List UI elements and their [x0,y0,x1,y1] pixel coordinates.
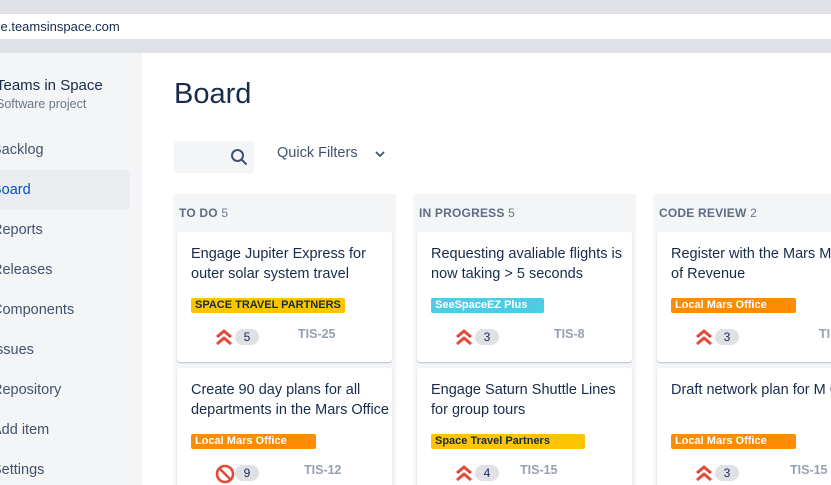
highest-priority-icon [456,329,472,346]
epic-label: Local Mars Office [191,434,316,449]
issue-title: Engage Jupiter Express for outer solar s… [191,246,366,282]
issue-title: Register with the Mars Ministry of Reven… [671,246,831,282]
highest-priority-icon [456,465,472,482]
sidebar-item-reports[interactable]: Reports [0,210,130,250]
story-points-badge: 3 [715,329,739,345]
story-points-badge: 5 [235,329,259,345]
issue-card[interactable]: Create 90 day plans for all departments … [177,368,392,485]
issue-key[interactable]: TIS-25 [298,327,336,341]
column-header: TO DO 5 [179,206,228,220]
board-column: IN PROGRESS 5 Requesting avaliable flight… [413,194,636,485]
issue-title: Draft network plan for M Office [671,382,831,398]
sidebar: Teams in Space Software project Backlog … [0,53,142,485]
browser-top-bar [0,0,831,14]
issue-card[interactable]: Draft network plan for M Office Local Mar… [657,368,831,485]
issue-title: Engage Saturn Shuttle Lines for group to… [431,382,616,418]
highest-priority-icon [216,329,232,346]
story-points-badge: 3 [715,465,739,481]
highest-priority-icon [696,465,712,482]
epic-label: Local Mars Office [671,298,796,313]
column-count: 5 [508,206,515,220]
sidebar-item-settings[interactable]: Settings [0,450,130,485]
project-type: Software project [0,97,87,111]
chevron-down-icon[interactable] [374,148,386,160]
issue-key[interactable]: TIS-8 [554,327,585,341]
issue-key[interactable]: TIS-15 [520,463,558,477]
search-icon [231,149,247,165]
epic-label: Space Travel Partners [431,434,585,449]
column-title: CODE REVIEW [659,206,747,220]
url-text: ce.teamsinspace.com [0,19,120,34]
sidebar-item-backlog[interactable]: Backlog [0,130,130,170]
sidebar-item-board[interactable]: Board [0,170,130,210]
story-points-badge: 9 [235,465,259,481]
story-points-badge: 4 [475,465,499,481]
column-count: 5 [221,206,229,220]
sidebar-item-components[interactable]: Components [0,290,130,330]
highest-priority-icon [696,329,712,346]
issue-card[interactable]: Requesting avaliable flights is now taki… [417,232,632,362]
issue-key[interactable]: TI [819,327,830,341]
epic-label: Local Mars Office [671,434,796,449]
column-title: IN PROGRESS [419,206,505,220]
blocker-priority-icon [215,464,235,484]
column-header: IN PROGRESS 5 [419,206,515,220]
column-title: TO DO [179,206,218,220]
page-title: Board [174,78,252,110]
issue-card[interactable]: Engage Jupiter Express for outer solar s… [177,232,392,362]
sidebar-item-issues[interactable]: Issues [0,330,130,370]
column-count: 2 [750,206,757,220]
issue-card[interactable]: Engage Saturn Shuttle Lines for group to… [417,368,632,485]
quick-filters-button[interactable]: Quick Filters [277,145,358,161]
project-name: Teams in Space [0,77,103,94]
browser-tab-strip [0,39,831,53]
sidebar-item-add-item[interactable]: Add item [0,410,130,450]
issue-title: Requesting avaliable flights is now taki… [431,246,623,282]
issue-key[interactable]: TIS-15 [790,463,828,477]
issue-key[interactable]: TIS-12 [304,463,342,477]
search-input[interactable] [174,141,254,173]
epic-label: SPACE TRAVEL PARTNERS [191,298,345,313]
board-main: Board Quick Filters TO DO 5 Engage Jupite… [142,53,831,485]
epic-label: SeeSpaceEZ Plus [431,298,544,313]
sidebar-item-releases[interactable]: Releases [0,250,130,290]
story-points-badge: 3 [475,329,499,345]
column-header: CODE REVIEW 2 [659,206,757,220]
board-column: TO DO 5 Engage Jupiter Express for outer … [173,194,396,485]
board-column: CODE REVIEW 2 Register with the Mars Mini… [653,194,831,485]
issue-title: Create 90 day plans for all departments … [191,382,389,418]
sidebar-item-repository[interactable]: Repository [0,370,130,410]
issue-card[interactable]: Register with the Mars Ministry of Reven… [657,232,831,362]
address-bar[interactable]: ce.teamsinspace.com [0,14,831,39]
